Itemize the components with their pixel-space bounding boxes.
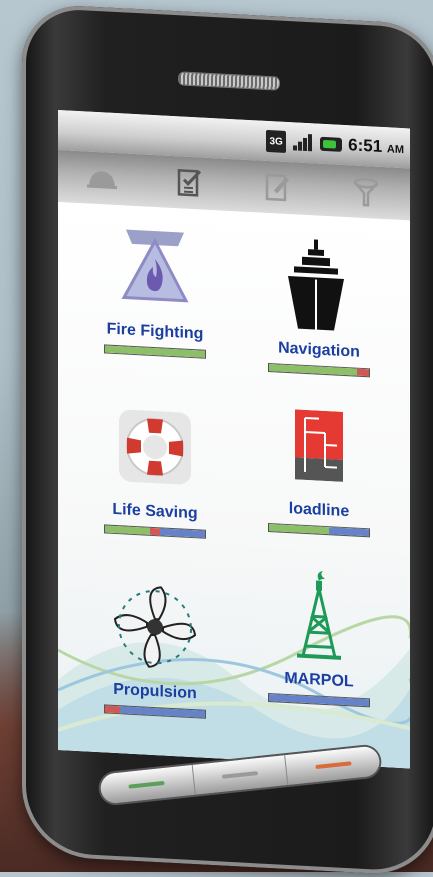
- progress-segment-blue: [160, 528, 205, 537]
- signal-icon: [292, 131, 314, 154]
- module-label: Life Saving: [80, 499, 230, 525]
- hardhat-icon[interactable]: [85, 160, 119, 196]
- module-label: Propulsion: [80, 679, 230, 705]
- module-fire-fighting[interactable]: Fire Fighting: [80, 213, 230, 360]
- clock-time: 6:51: [348, 135, 382, 156]
- module-navigation[interactable]: Navigation: [244, 232, 394, 379]
- lifebuoy-icon: [80, 393, 230, 501]
- module-label: Navigation: [244, 338, 394, 364]
- module-label: MARPOL: [244, 668, 394, 694]
- oil-rig-icon: [244, 562, 394, 670]
- progress-segment-red: [150, 528, 160, 536]
- battery-charging-icon: [320, 137, 342, 152]
- propeller-icon: [80, 573, 230, 681]
- progress-segment-red: [357, 369, 369, 377]
- clock-ampm: AM: [387, 143, 404, 156]
- progress-segment-blue: [329, 527, 369, 536]
- module-loadline[interactable]: loadline: [244, 392, 394, 539]
- checklist-icon[interactable]: [173, 165, 207, 201]
- edit-note-icon[interactable]: [261, 170, 295, 206]
- loadline-mark-icon: [244, 392, 394, 500]
- module-progress-bar: [268, 523, 370, 537]
- module-propulsion[interactable]: Propulsion: [80, 573, 230, 720]
- module-progress-bar: [268, 363, 370, 377]
- fire-triangle-icon: [80, 213, 230, 321]
- progress-segment-green: [105, 345, 205, 357]
- ship-icon: [244, 232, 394, 340]
- progress-segment-red: [105, 705, 120, 713]
- network-3g-icon: 3G: [266, 130, 286, 153]
- module-grid: Fire Fighting Navigation: [58, 202, 410, 768]
- progress-segment-green: [269, 524, 329, 534]
- module-progress-bar: [104, 524, 206, 538]
- module-label: Fire Fighting: [80, 319, 230, 345]
- module-life-saving[interactable]: Life Saving: [80, 393, 230, 540]
- status-clock: 6:51 AM: [348, 135, 404, 158]
- filter-icon[interactable]: [349, 174, 383, 210]
- module-label: loadline: [244, 498, 394, 524]
- progress-segment-green: [105, 525, 150, 534]
- progress-segment-green: [269, 364, 357, 376]
- app-screen: 3G 6:51 AM: [58, 110, 410, 768]
- module-marpol[interactable]: MARPOL: [244, 562, 394, 709]
- module-progress-bar: [104, 344, 206, 358]
